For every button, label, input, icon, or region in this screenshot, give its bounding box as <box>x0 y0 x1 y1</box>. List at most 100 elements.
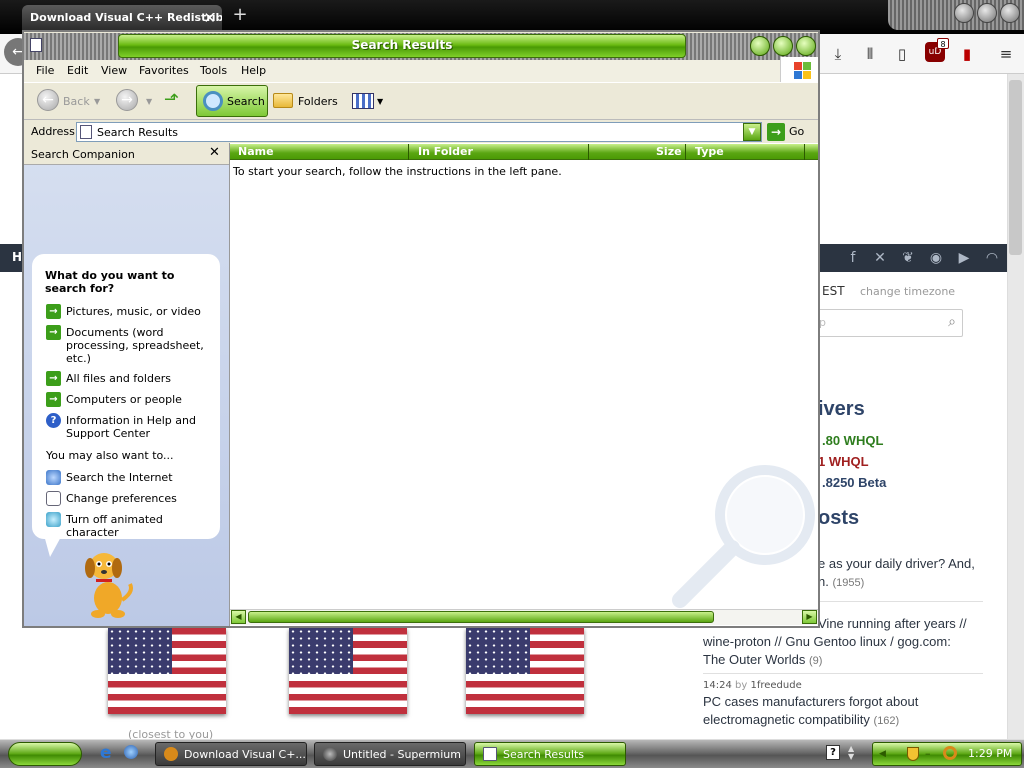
post-title[interactable]: wine-proton // Gnu Gentoo linux / gog.co… <box>703 633 951 651</box>
preferences-icon[interactable] <box>46 491 61 506</box>
folders-icon[interactable] <box>273 93 293 108</box>
task-search-results[interactable]: Search Results <box>474 742 626 766</box>
scroll-right-icon[interactable]: ▶ <box>802 610 817 624</box>
green-arrow-icon[interactable]: → <box>46 371 61 386</box>
us-flag-icon[interactable] <box>108 628 226 714</box>
security-shield-icon[interactable] <box>907 747 919 761</box>
menu-edit[interactable]: Edit <box>67 64 88 77</box>
tray-expand-icon[interactable]: ◀ <box>879 749 886 759</box>
youtube-icon[interactable]: ▶ <box>956 250 972 266</box>
library-icon[interactable]: ⫴ <box>860 44 880 64</box>
task-supermium[interactable]: Untitled - Supermium <box>314 742 466 766</box>
help-icon[interactable]: ? <box>826 745 840 760</box>
quicklaunch-icon[interactable] <box>124 745 138 759</box>
column-divider[interactable] <box>804 144 805 160</box>
close-icon[interactable]: ✕ <box>209 145 220 160</box>
driver-link[interactable]: 1 WHQL <box>818 454 869 469</box>
column-type[interactable]: Type <box>695 145 724 158</box>
column-divider[interactable] <box>685 144 686 160</box>
minimize-icon[interactable] <box>954 3 974 23</box>
internet-search-icon[interactable] <box>46 470 61 485</box>
us-flag-icon[interactable] <box>289 628 407 714</box>
site-search-input[interactable]: p ⌕ <box>810 309 963 337</box>
site-nav-home[interactable]: H <box>12 250 22 264</box>
post-title[interactable]: Vine running after years // <box>818 615 967 633</box>
search-button[interactable]: Search <box>196 85 268 117</box>
green-arrow-icon[interactable]: → <box>46 325 61 340</box>
option-documents[interactable]: Documents (word processing, spreadsheet,… <box>66 326 206 365</box>
minimize-icon[interactable] <box>750 36 770 56</box>
chevron-down-icon[interactable]: ▼ <box>743 123 761 141</box>
post-author[interactable]: 1freedude <box>750 680 801 691</box>
mastodon-icon[interactable]: ◉ <box>928 250 944 266</box>
sidebar-icon[interactable]: ▯ <box>892 44 912 64</box>
option-turn-off-character[interactable]: Turn off animated character <box>66 513 206 539</box>
menu-favorites[interactable]: Favorites <box>139 64 189 77</box>
option-computers-people[interactable]: Computers or people <box>66 393 206 406</box>
page-scrollbar-thumb[interactable] <box>1009 80 1022 255</box>
download-icon[interactable]: ⤓ <box>828 44 848 64</box>
green-arrow-icon[interactable]: → <box>46 304 61 319</box>
network-icon[interactable]: – <box>925 747 931 760</box>
post-title[interactable]: PC cases manufacturers forgot about <box>703 693 918 711</box>
us-flag-icon[interactable] <box>466 628 584 714</box>
change-timezone-link[interactable]: change timezone <box>860 285 955 298</box>
option-pictures[interactable]: Pictures, music, or video <box>66 305 206 318</box>
menu-help[interactable]: Help <box>241 64 266 77</box>
driver-link[interactable]: .80 WHQL <box>822 433 883 448</box>
menu-file[interactable]: File <box>36 64 54 77</box>
post-title[interactable]: e as your daily driver? And, <box>818 555 975 573</box>
chevron-down-icon[interactable]: ▼ <box>146 97 152 106</box>
back-button-label[interactable]: Back <box>63 95 90 108</box>
help-icon[interactable]: ? <box>46 413 61 428</box>
menu-icon[interactable]: ≡ <box>996 44 1016 64</box>
close-icon[interactable] <box>796 36 816 56</box>
views-icon[interactable] <box>352 93 374 109</box>
back-arrow-icon[interactable]: ← <box>37 89 59 111</box>
task-download-visual[interactable]: Download Visual C+... <box>155 742 307 766</box>
option-help-center[interactable]: Information in Help and Support Center <box>66 414 206 440</box>
window-icon[interactable] <box>30 38 42 52</box>
search-tray-icon[interactable] <box>943 746 957 760</box>
folders-button[interactable]: Folders <box>298 95 338 108</box>
column-size[interactable]: Size <box>656 145 682 158</box>
close-icon[interactable]: ✕ <box>203 9 216 27</box>
go-button[interactable]: Go <box>789 125 804 138</box>
results-scroll-thumb[interactable] <box>248 611 714 623</box>
scroll-left-icon[interactable]: ◀ <box>231 610 246 624</box>
folder-up-icon[interactable]: ⬏ <box>164 89 179 110</box>
browser-tab[interactable]: Download Visual C++ Redistributable ✕ <box>22 5 222 31</box>
menu-view[interactable]: View <box>101 64 127 77</box>
chevron-down-icon[interactable]: ▼ <box>94 97 100 106</box>
menu-tools[interactable]: Tools <box>200 64 227 77</box>
post-title[interactable]: The Outer Worlds (9) <box>703 651 822 670</box>
driver-link[interactable]: .8250 Beta <box>822 475 886 490</box>
rss-icon[interactable]: ◠ <box>984 250 1000 266</box>
extension-icon[interactable]: ▮ <box>957 44 977 64</box>
column-name[interactable]: Name <box>238 145 274 158</box>
address-input[interactable]: Search Results <box>76 122 762 142</box>
green-arrow-icon[interactable]: → <box>46 392 61 407</box>
x-icon[interactable]: ✕ <box>872 250 888 266</box>
option-search-internet[interactable]: Search the Internet <box>66 471 206 484</box>
go-arrow-icon[interactable]: → <box>767 123 785 141</box>
bluesky-icon[interactable]: ❦ <box>900 250 916 266</box>
column-in-folder[interactable]: In Folder <box>418 145 473 158</box>
language-toggle-icon[interactable]: ▲ ▼ <box>848 745 854 761</box>
facebook-icon[interactable]: f <box>845 250 861 266</box>
search-icon[interactable]: ⌕ <box>948 314 956 330</box>
chevron-down-icon[interactable]: ▼ <box>377 97 383 106</box>
option-all-files[interactable]: All files and folders <box>66 372 206 385</box>
post-title[interactable]: n. (1955) <box>818 573 864 592</box>
maximize-icon[interactable] <box>773 36 793 56</box>
post-title[interactable]: electromagnetic compatibility (162) <box>703 711 899 730</box>
close-icon[interactable] <box>1000 3 1020 23</box>
column-divider[interactable] <box>588 144 589 160</box>
column-divider[interactable] <box>408 144 409 160</box>
forward-arrow-icon[interactable]: → <box>116 89 138 111</box>
start-button[interactable] <box>8 742 82 766</box>
new-tab-button[interactable]: + <box>230 5 250 27</box>
option-change-preferences[interactable]: Change preferences <box>66 492 206 505</box>
maximize-icon[interactable] <box>977 3 997 23</box>
rover-dog-icon[interactable] <box>78 548 136 620</box>
